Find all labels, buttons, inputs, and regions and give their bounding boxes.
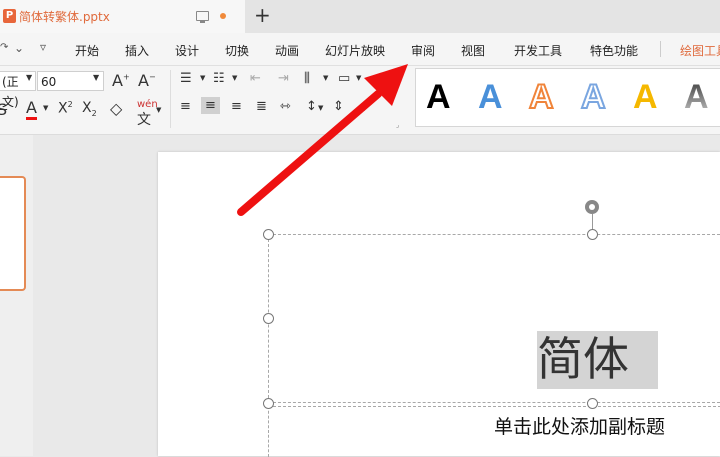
annotation-arrow-shaft bbox=[237, 90, 382, 216]
annotation-arrow bbox=[237, 64, 408, 216]
